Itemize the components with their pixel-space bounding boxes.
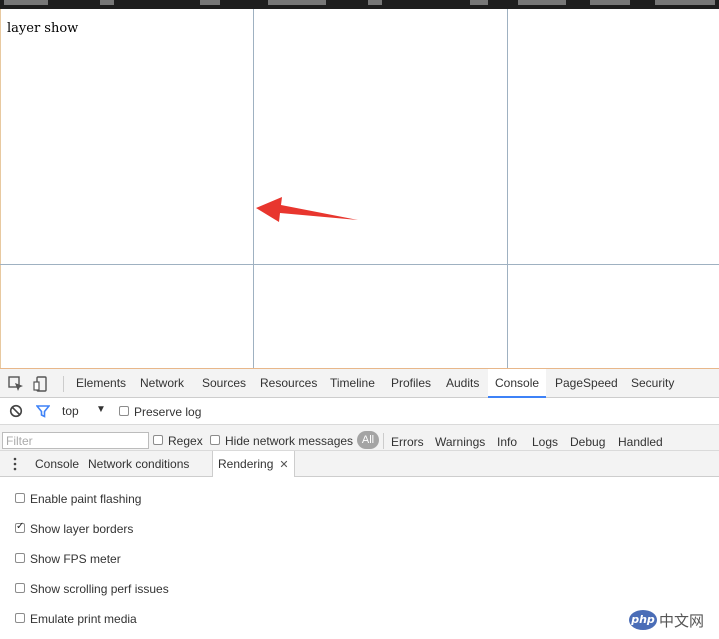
level-info[interactable]: Info xyxy=(497,435,517,449)
tab-network[interactable]: Network xyxy=(140,369,184,397)
level-handled[interactable]: Handled xyxy=(618,435,663,449)
hide-network-checkbox[interactable] xyxy=(210,435,220,445)
watermark-text: 中文网 xyxy=(659,612,705,630)
page-viewport: layer show xyxy=(0,9,719,368)
rendering-pane: Enable paint flashing Show layer borders… xyxy=(0,477,719,639)
layer-border-tile xyxy=(0,264,719,265)
level-debug[interactable]: Debug xyxy=(570,435,605,449)
tab-console[interactable]: Console xyxy=(488,369,546,398)
level-all-pill[interactable]: All xyxy=(357,431,379,449)
paint-flashing-checkbox[interactable] xyxy=(15,493,25,503)
tab-sources[interactable]: Sources xyxy=(202,369,246,397)
tab-audits[interactable]: Audits xyxy=(446,369,479,397)
scrolling-perf-label: Show scrolling perf issues xyxy=(30,582,169,596)
tab-security[interactable]: Security xyxy=(631,369,674,397)
context-selector[interactable]: top xyxy=(62,404,79,418)
layer-borders-label: Show layer borders xyxy=(30,522,134,536)
inspect-element-icon[interactable] xyxy=(7,375,25,393)
fps-meter-checkbox[interactable] xyxy=(15,553,25,563)
filter-divider xyxy=(383,433,384,449)
watermark-logo: php 中文网 xyxy=(629,608,715,632)
tab-timeline[interactable]: Timeline xyxy=(330,369,375,397)
level-warnings[interactable]: Warnings xyxy=(435,435,485,449)
level-errors[interactable]: Errors xyxy=(391,435,424,449)
filter-icon[interactable] xyxy=(36,404,50,418)
kebab-menu-icon[interactable] xyxy=(10,457,20,471)
devtools-tabbar: Elements Network Sources Resources Timel… xyxy=(0,369,719,398)
regex-checkbox[interactable] xyxy=(153,435,163,445)
filter-input[interactable] xyxy=(2,432,149,449)
emulate-print-checkbox[interactable] xyxy=(15,613,25,623)
page-text: layer show xyxy=(7,21,79,36)
regex-label: Regex xyxy=(168,434,203,448)
scrolling-perf-checkbox[interactable] xyxy=(15,583,25,593)
drawer-tab-network-conditions[interactable]: Network conditions xyxy=(88,451,189,476)
console-toolbar: top ▼ Preserve log xyxy=(0,398,719,425)
php-logo-icon: php xyxy=(629,610,657,630)
tab-resources[interactable]: Resources xyxy=(260,369,317,397)
hide-network-label: Hide network messages xyxy=(225,434,354,448)
drawer-tab-rendering-label: Rendering xyxy=(218,457,274,471)
drawer-tab-console[interactable]: Console xyxy=(35,451,79,476)
toolbar-divider xyxy=(63,376,64,392)
device-mode-icon[interactable] xyxy=(33,375,51,393)
preserve-log-checkbox[interactable] xyxy=(119,406,129,416)
layer-borders-checkbox[interactable] xyxy=(15,521,25,533)
browser-toolbar-strip xyxy=(0,0,719,9)
emulate-print-label: Emulate print media xyxy=(30,612,137,626)
preserve-log-label: Preserve log xyxy=(134,405,202,419)
close-icon[interactable]: ✕ xyxy=(279,459,288,471)
layer-border-outline xyxy=(0,9,1,368)
devtools-panel: Elements Network Sources Resources Timel… xyxy=(0,368,719,639)
dropdown-triangle-icon[interactable]: ▼ xyxy=(96,404,106,415)
console-filter-bar: Regex Hide network messages All Errors W… xyxy=(0,425,719,451)
drawer-tab-rendering[interactable]: Rendering ✕ xyxy=(212,451,295,477)
paint-flashing-label: Enable paint flashing xyxy=(30,492,142,506)
tab-elements[interactable]: Elements xyxy=(76,369,126,397)
layer-border-tile xyxy=(253,9,254,368)
clear-console-icon[interactable] xyxy=(9,404,23,418)
layer-border-tile xyxy=(507,9,508,368)
tab-pagespeed[interactable]: PageSpeed xyxy=(555,369,618,397)
level-logs[interactable]: Logs xyxy=(532,435,558,449)
drawer-tabbar: Console Network conditions Rendering ✕ xyxy=(0,451,719,477)
fps-meter-label: Show FPS meter xyxy=(30,552,121,566)
annotation-arrow-icon xyxy=(256,197,358,222)
tab-profiles[interactable]: Profiles xyxy=(391,369,431,397)
